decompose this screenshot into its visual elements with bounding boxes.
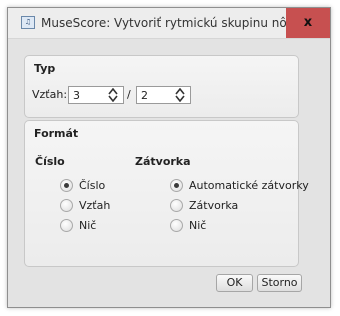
auto-brackets-option-label: Automatické zátvorky <box>189 179 309 192</box>
close-button[interactable]: x <box>286 8 330 38</box>
number-option-label: Číslo <box>79 179 106 192</box>
window-title: MuseScore: Vytvoriť rytmickú skupinu nôt <box>41 16 292 30</box>
no-number-option-radio[interactable] <box>60 219 73 232</box>
format-group-title: Formát <box>34 127 79 140</box>
ratio-label: Vzťah: <box>32 88 68 101</box>
numerator-value: 3 <box>73 89 80 102</box>
denominator-spinbox[interactable]: 2 <box>136 86 191 104</box>
denominator-value: 2 <box>141 89 148 102</box>
ratio-option-radio[interactable] <box>60 199 73 212</box>
number-column-title: Číslo <box>35 155 65 168</box>
spin-arrows-icon[interactable] <box>175 88 185 102</box>
no-bracket-option-radio[interactable] <box>170 219 183 232</box>
number-option-radio[interactable] <box>60 179 73 192</box>
ok-button[interactable]: OK <box>216 274 253 292</box>
typ-group: Typ Vzťah: 3 / 2 <box>24 55 299 118</box>
format-group: Formát Číslo Zátvorka Číslo Vzťah Nič Au… <box>24 120 309 267</box>
no-bracket-option-label: Nič <box>189 219 207 232</box>
bracket-option-label: Zátvorka <box>189 199 239 212</box>
typ-group-title: Typ <box>34 62 56 75</box>
no-number-option-label: Nič <box>79 219 97 232</box>
ratio-separator: / <box>127 88 131 101</box>
cancel-button[interactable]: Storno <box>257 274 302 292</box>
ratio-option-label: Vzťah <box>79 199 111 212</box>
title-bar[interactable]: ♫ MuseScore: Vytvoriť rytmickú skupinu n… <box>8 8 330 39</box>
auto-brackets-option-radio[interactable] <box>170 179 183 192</box>
bracket-column-title: Zátvorka <box>135 155 191 168</box>
spin-arrows-icon[interactable] <box>108 88 118 102</box>
bracket-option-radio[interactable] <box>170 199 183 212</box>
musescore-app-icon: ♫ <box>21 16 35 29</box>
numerator-spinbox[interactable]: 3 <box>68 86 124 104</box>
